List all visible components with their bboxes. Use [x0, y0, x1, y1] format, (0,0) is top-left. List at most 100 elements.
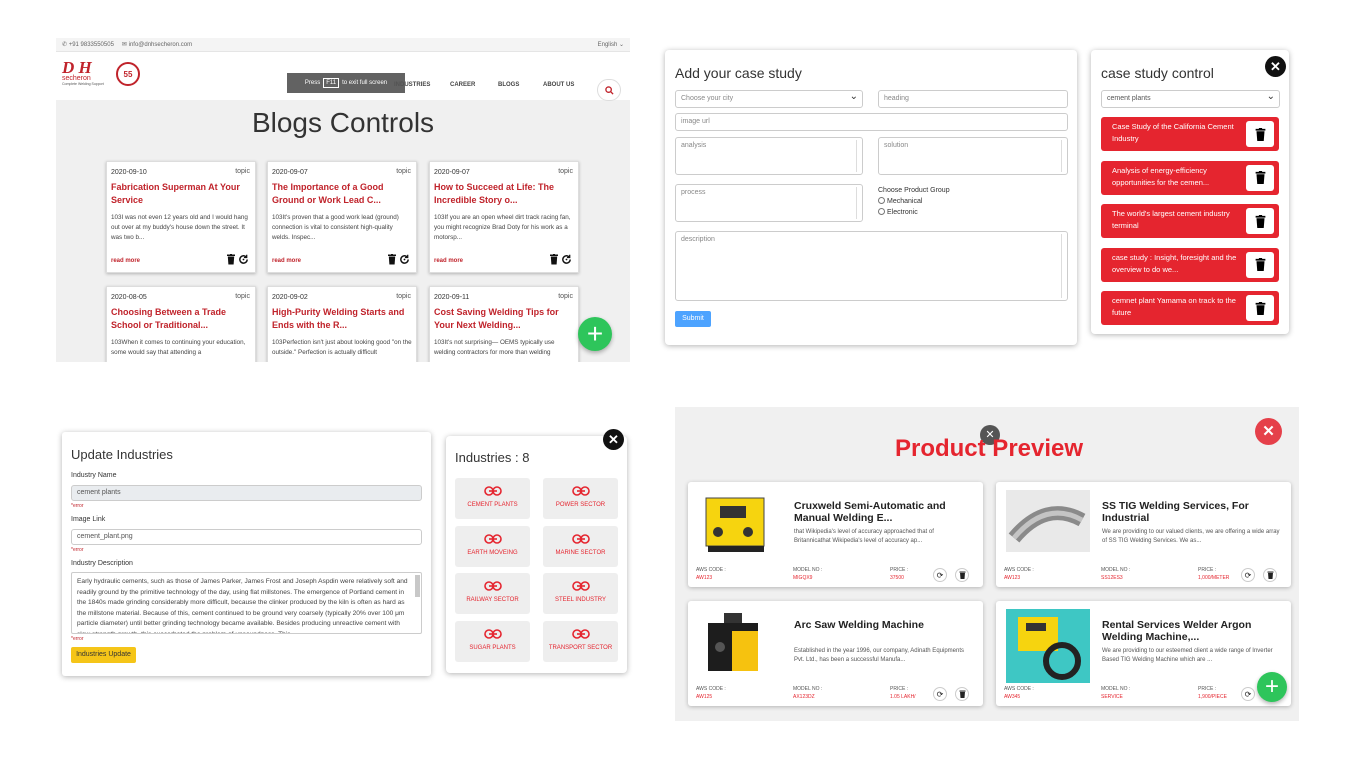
blog-excerpt: 103When it comes to continuing your educ…: [111, 339, 246, 356]
case-study-item[interactable]: case study : Insight, foresight and the …: [1101, 247, 1279, 282]
industry-tile[interactable]: TRANSPORT SECTOR: [543, 620, 618, 662]
preview-title: Product Preview: [894, 435, 1084, 462]
price: PRICE :1,000/METER: [1198, 567, 1230, 581]
radio-mechanical[interactable]: Mechanical: [878, 196, 950, 207]
product-description: We are providing to our esteemed client …: [1102, 648, 1273, 663]
refresh-icon[interactable]: ⟳: [933, 687, 947, 701]
contact-bar: ✆ +91 9833550505 ✉ info@dnhsecheron.com …: [56, 38, 630, 52]
industry-name: TRANSPORT SECTOR: [548, 644, 613, 651]
trash-icon[interactable]: [955, 687, 969, 701]
solution-textarea[interactable]: solution: [878, 137, 1068, 175]
read-more-link[interactable]: read more: [272, 258, 301, 264]
industry-name-label: Industry Name: [71, 472, 117, 479]
price: PRICE :1.05 LAKH/: [890, 686, 916, 700]
industry-tile[interactable]: EARTH MOVEING: [455, 525, 530, 567]
name-error: *error: [71, 503, 84, 509]
industry-tile[interactable]: SUGAR PLANTS: [455, 620, 530, 662]
trash-icon[interactable]: [1246, 208, 1274, 234]
trash-icon[interactable]: [1246, 251, 1274, 278]
product-title[interactable]: SS TIG Welding Services, For Industrial: [1102, 500, 1282, 524]
submit-button[interactable]: Submit: [675, 311, 711, 327]
aws-code: AWS CODE : AW123: [1004, 567, 1034, 581]
industry-description-textarea[interactable]: Early hydraulic cements, such as those o…: [71, 572, 422, 634]
trash-icon[interactable]: [1263, 568, 1277, 582]
link-icon: [543, 626, 618, 642]
blog-title[interactable]: The Importance of a Good Ground or Work …: [272, 181, 412, 209]
refresh-icon[interactable]: ⟳: [1241, 568, 1255, 582]
blog-topic: topic: [235, 293, 250, 300]
analysis-textarea[interactable]: analysis: [675, 137, 863, 175]
refresh-icon[interactable]: [238, 254, 249, 268]
trash-icon[interactable]: [1246, 295, 1274, 321]
industries-update-button[interactable]: Industries Update: [71, 647, 136, 663]
refresh-icon[interactable]: [561, 254, 572, 268]
f11-pre: Press: [304, 80, 321, 86]
language-select[interactable]: English ⌄: [598, 41, 624, 48]
industry-tile[interactable]: MARINE SECTOR: [543, 525, 618, 567]
blog-title[interactable]: Fabrication Superman At Your Service: [111, 181, 251, 209]
search-icon[interactable]: [597, 79, 621, 101]
product-image: [698, 490, 772, 560]
product-card: Rental Services Welder Argon Welding Mac…: [996, 601, 1291, 706]
radio-electronic[interactable]: Electronic: [878, 207, 950, 218]
blog-date: 2020-08-05: [111, 294, 147, 301]
blog-title[interactable]: High-Purity Welding Starts and Ends with…: [272, 306, 412, 334]
industry-tile[interactable]: CEMENT PLANTS: [455, 478, 530, 519]
model-no: MODEL NO : SERVICE: [1101, 686, 1131, 700]
description-label: Industry Description: [71, 560, 133, 567]
industries-count: Industries : 8: [455, 450, 530, 465]
description-textarea[interactable]: description: [675, 231, 1068, 301]
add-product-button[interactable]: +: [1257, 672, 1287, 702]
industry-name-input[interactable]: cement plants: [71, 485, 422, 501]
close-icon[interactable]: ✕: [1265, 56, 1286, 77]
industry-tile[interactable]: STEEL INDUSTRY: [543, 573, 618, 614]
blog-card: 2020-08-05 topic Choosing Between a Trade …: [106, 286, 256, 362]
blog-card: 2020-09-07 topic How to Succeed at Life: T…: [429, 161, 579, 273]
industry-select[interactable]: cement plants: [1101, 90, 1280, 108]
blog-excerpt: 103Perfection isn't just about looking g…: [272, 339, 412, 356]
blog-card: 2020-09-11 topic Cost Saving Welding Tips …: [429, 286, 579, 362]
company-logo[interactable]: D H secheron Complete Welding Support 55: [62, 58, 140, 96]
read-more-link[interactable]: read more: [111, 258, 140, 264]
close-icon[interactable]: ✕: [603, 429, 624, 450]
add-blog-button[interactable]: +: [578, 317, 612, 351]
refresh-icon[interactable]: ⟳: [933, 568, 947, 582]
refresh-icon[interactable]: [399, 254, 410, 268]
read-more-link[interactable]: read more: [434, 258, 463, 264]
industry-name: MARINE SECTOR: [555, 549, 606, 556]
control-title: case study control: [1101, 65, 1214, 81]
case-study-item[interactable]: Case Study of the California Cement Indu…: [1101, 117, 1279, 151]
trash-icon[interactable]: [387, 254, 397, 268]
blog-title[interactable]: Cost Saving Welding Tips for Your Next W…: [434, 306, 574, 334]
industry-tile[interactable]: RAILWAY SECTOR: [455, 573, 530, 614]
industry-tile[interactable]: POWER SECTOR: [543, 478, 618, 519]
process-textarea[interactable]: process: [675, 184, 863, 222]
trash-icon[interactable]: [1246, 164, 1274, 191]
image-url-input[interactable]: image url: [675, 113, 1068, 131]
blog-title[interactable]: Choosing Between a Trade School or Tradi…: [111, 306, 251, 334]
case-study-item[interactable]: Analysis of energy-efficiency opportunit…: [1101, 160, 1279, 195]
trash-icon[interactable]: [226, 254, 236, 268]
industries-panel: Industries : 8 ✕ CEMENT PLANTS POWER SECT…: [446, 429, 627, 673]
textarea-scrollbar[interactable]: [415, 575, 420, 597]
product-title[interactable]: Cruxweld Semi-Automatic and Manual Weldi…: [794, 500, 974, 524]
blogs-controls-panel: ✆ +91 9833550505 ✉ info@dnhsecheron.com …: [56, 38, 630, 362]
trash-icon[interactable]: [955, 568, 969, 582]
case-study-item[interactable]: The world's largest cement industry term…: [1101, 204, 1279, 238]
product-title[interactable]: Rental Services Welder Argon Welding Mac…: [1102, 619, 1282, 643]
nav-blogs[interactable]: BLOGS: [498, 82, 519, 88]
trash-icon[interactable]: [549, 254, 559, 268]
nav-career[interactable]: CAREER: [450, 82, 475, 88]
refresh-icon[interactable]: ⟳: [1241, 687, 1255, 701]
image-link-input[interactable]: cement_plant.png: [71, 529, 422, 545]
city-select[interactable]: Choose your city: [675, 90, 863, 108]
heading-input[interactable]: heading: [878, 90, 1068, 108]
link-icon: [455, 483, 530, 499]
description-error: *error: [71, 636, 84, 642]
blog-title[interactable]: How to Succeed at Life: The Incredible S…: [434, 181, 574, 209]
trash-icon[interactable]: [1246, 121, 1274, 147]
link-icon: [455, 531, 530, 547]
case-study-item[interactable]: cemnet plant Yamama on track to the futu…: [1101, 291, 1279, 325]
nav-about-us[interactable]: ABOUT US: [543, 82, 574, 88]
product-title[interactable]: Arc Saw Welding Machine: [794, 619, 974, 631]
